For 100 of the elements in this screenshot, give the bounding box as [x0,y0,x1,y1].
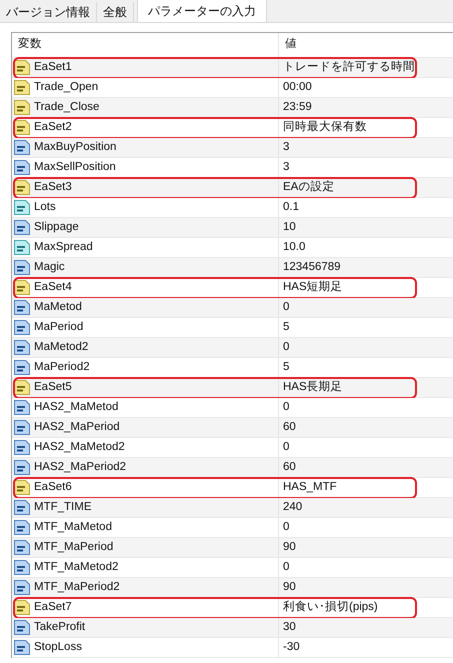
parameter-name: EaSet1 [34,60,72,75]
parameter-name: MaxSellPosition [34,160,116,175]
parameter-row[interactable]: MTF_MaPeriod 90 [12,538,453,558]
parameter-row[interactable]: Magic 123456789 [12,258,453,278]
parameter-row[interactable]: HAS2_MaPeriod 60 [12,418,453,438]
parameter-name: MaMetod [34,300,82,315]
parameter-name: Lots [34,200,56,215]
parameter-row[interactable]: MaxBuyPosition 3 [12,138,453,158]
parameter-type-icon [14,60,30,75]
parameter-type-icon [14,480,30,495]
parameter-name: Trade_Open [34,80,98,95]
parameter-value[interactable]: 3 [283,158,290,176]
parameter-value[interactable]: 0 [283,338,290,356]
parameter-type-icon [14,400,30,415]
parameter-name: HAS2_MaPeriod2 [34,460,126,475]
parameter-row[interactable]: MTF_MaPeriod2 90 [12,578,453,598]
parameter-value[interactable]: 3 [283,138,290,156]
parameter-value[interactable]: トレードを許可する時間 [283,58,415,76]
parameter-value[interactable]: HAS長期足 [283,378,343,396]
parameter-value[interactable]: 利食い･損切(pips) [283,598,378,616]
parameter-type-icon [14,140,30,155]
parameter-value[interactable]: 同時最大保有数 [283,118,367,136]
column-header[interactable]: 変数 [12,33,279,57]
parameter-type-icon [14,380,30,395]
parameter-name: EaSet6 [34,480,72,495]
parameter-value[interactable]: -30 [283,638,300,656]
parameter-name: HAS2_MaMetod [34,400,118,415]
parameter-value[interactable]: 0 [283,558,290,576]
parameter-name: MaMetod2 [34,340,88,355]
parameter-name: EaSet4 [34,280,72,295]
parameter-type-icon [14,220,30,235]
parameter-value[interactable]: 0 [283,518,290,536]
parameter-type-icon [14,620,30,635]
parameter-name: StopLoss [34,640,82,655]
parameter-row[interactable]: MaMetod 0 [12,298,453,318]
parameter-value[interactable]: HAS短期足 [283,278,343,296]
parameter-value[interactable]: EAの設定 [283,178,334,196]
parameter-row[interactable]: MTF_TIME 240 [12,498,453,518]
parameter-type-icon [14,560,30,575]
parameter-row[interactable]: Lots 0.1 [12,198,453,218]
parameter-type-icon [14,460,30,475]
parameter-name: EaSet3 [34,180,72,195]
parameter-value[interactable]: 123456789 [283,258,341,276]
parameter-type-icon [14,600,30,615]
parameter-value[interactable]: 240 [283,498,302,516]
parameter-value[interactable]: 0 [283,298,290,316]
parameter-value[interactable]: 60 [283,458,296,476]
parameter-value[interactable]: 0 [283,398,290,416]
parameter-name: EaSet7 [34,600,72,615]
parameter-value[interactable]: 10.0 [283,238,306,256]
parameter-row[interactable]: Trade_Open 00:00 [12,78,453,98]
parameter-name: MTF_MaPeriod2 [34,580,120,595]
parameter-type-icon [14,160,30,175]
parameter-row[interactable]: Slippage 10 [12,218,453,238]
parameter-row[interactable]: MaPeriod2 5 [12,358,453,378]
parameter-row[interactable]: MaMetod2 0 [12,338,453,358]
parameter-name: EaSet5 [34,380,72,395]
parameter-row[interactable]: HAS2_MaMetod2 0 [12,438,453,458]
parameter-row[interactable]: HAS2_MaMetod 0 [12,398,453,418]
parameter-name: MaxSpread [34,240,93,255]
parameter-name: MTF_TIME [34,500,92,515]
parameter-row[interactable]: Trade_Close 23:59 [12,98,453,118]
parameter-name: MTF_MaMetod [34,520,112,535]
parameter-value[interactable]: 0.1 [283,198,299,216]
tab[interactable]: パラメーターの入力 [137,0,267,22]
parameter-value[interactable]: HAS_MTF [283,478,337,496]
parameter-value[interactable]: 10 [283,218,296,236]
parameter-type-icon [14,360,30,375]
parameter-row[interactable]: MTF_MaMetod 0 [12,518,453,538]
parameter-type-icon [14,180,30,195]
parameter-type-icon [14,640,30,655]
parameter-value[interactable]: 60 [283,418,296,436]
parameter-row[interactable]: MTF_MaMetod2 0 [12,558,453,578]
parameter-type-icon [14,240,30,255]
parameter-name: Magic [34,260,65,275]
parameter-name: HAS2_MaMetod2 [34,440,125,455]
parameter-row[interactable]: StopLoss -30 [12,638,453,658]
parameter-type-icon [14,300,30,315]
parameter-type-icon [14,200,30,215]
parameter-type-icon [14,100,30,115]
parameter-type-icon [14,440,30,455]
parameter-value[interactable]: 5 [283,318,290,336]
parameter-name: MaxBuyPosition [34,140,116,155]
parameter-value[interactable]: 00:00 [283,78,312,96]
parameter-value[interactable]: 90 [283,578,296,596]
parameter-type-icon [14,340,30,355]
parameter-row[interactable]: MaxSellPosition 3 [12,158,453,178]
parameter-row[interactable]: TakeProfit 30 [12,618,453,638]
parameter-value[interactable]: 5 [283,358,290,376]
parameter-type-icon [14,120,30,135]
parameter-value[interactable]: 90 [283,538,296,556]
parameter-type-icon [14,80,30,95]
parameter-name: TakeProfit [34,620,86,635]
column-header[interactable]: 値 [279,33,453,57]
parameter-value[interactable]: 30 [283,618,296,636]
parameter-value[interactable]: 0 [283,438,290,456]
parameter-value[interactable]: 23:59 [283,98,312,116]
parameter-row[interactable]: HAS2_MaPeriod2 60 [12,458,453,478]
parameter-row[interactable]: MaxSpread 10.0 [12,238,453,258]
parameter-row[interactable]: MaPeriod 5 [12,318,453,338]
